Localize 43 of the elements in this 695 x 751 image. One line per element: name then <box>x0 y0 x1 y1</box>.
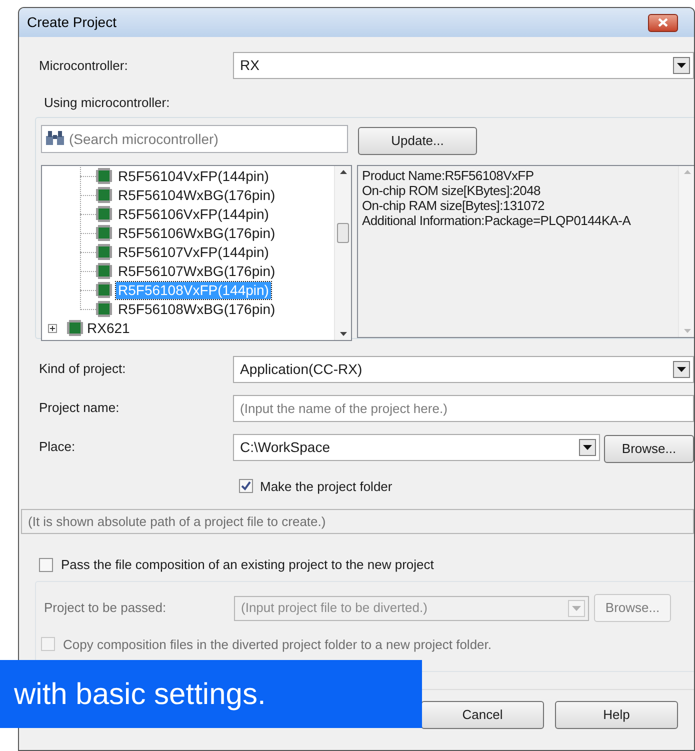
field-label: Kind of project: <box>38 360 127 378</box>
checkbox[interactable] <box>39 558 53 572</box>
checkbox-label: Copy composition files in the diverted project folder to a new project folder. <box>63 636 492 654</box>
cancel-button[interactable]: Cancel <box>421 700 544 728</box>
field-label: Project to be passed: <box>43 599 168 618</box>
checkbox-label: Pass the file composition of an existing project to the new project <box>61 556 434 574</box>
caption-text: with basic settings. <box>14 676 266 712</box>
tree-item[interactable]: R5F56107VxFP(144pin) <box>116 244 271 260</box>
tree-item[interactable]: R5F56104WxBG(176pin) <box>116 186 278 204</box>
field-label: Place: <box>38 438 76 456</box>
help-button[interactable]: Help <box>555 700 678 728</box>
field-label: Project name: <box>38 399 120 418</box>
window-title: Create Project <box>27 13 118 32</box>
detail-text: Additional Information:Package=PLQP0144KA-A <box>362 212 632 228</box>
chip-icon <box>67 320 83 336</box>
field-label: Microcontroller: <box>38 56 129 75</box>
tree-item[interactable]: R5F56106VxFP(144pin) <box>116 206 271 222</box>
tree-item[interactable]: R5F56108WxBG(176pin) <box>116 300 278 318</box>
dropdown[interactable]: C:\WorkSpace <box>233 434 600 460</box>
input-field[interactable]: (Input the name of the project here.) <box>233 394 694 422</box>
close-icon[interactable] <box>648 14 678 32</box>
binoculars-icon <box>45 130 65 146</box>
path-field[interactable]: (It is shown absolute path of a project file to create.) <box>21 509 694 534</box>
update-button[interactable]: Update... <box>358 126 477 154</box>
dropdown[interactable]: Application(CC-RX) <box>233 356 694 382</box>
detail-text: On-chip ROM size[KBytes]:2048 <box>362 182 542 198</box>
detail-text: On-chip RAM size[Bytes]:131072 <box>362 198 546 212</box>
detail-text: Product Name:R5F56108VxFP <box>362 168 535 182</box>
expand-icon[interactable] <box>48 324 57 332</box>
tree-item[interactable]: R5F56106WxBG(176pin) <box>116 224 278 242</box>
tree-item[interactable]: R5F56104VxFP(144pin) <box>116 168 271 184</box>
checkbox-label: Make the project folder <box>260 478 392 496</box>
section-label: Using microcontroller: <box>44 94 170 112</box>
scroll-thumb[interactable] <box>337 222 349 242</box>
checkbox[interactable] <box>239 479 253 494</box>
scroll-down-icon[interactable] <box>340 332 346 336</box>
tree-item[interactable]: R5F56107WxBG(176pin) <box>116 262 278 280</box>
search-field[interactable]: (Search microcontroller) <box>41 124 348 152</box>
dropdown[interactable]: RX <box>233 52 694 79</box>
scrollbar[interactable] <box>334 166 351 340</box>
tree-item[interactable]: RX621 <box>85 320 132 336</box>
scroll-up-icon[interactable] <box>340 170 346 174</box>
browse-button[interactable]: Browse... <box>604 435 694 463</box>
